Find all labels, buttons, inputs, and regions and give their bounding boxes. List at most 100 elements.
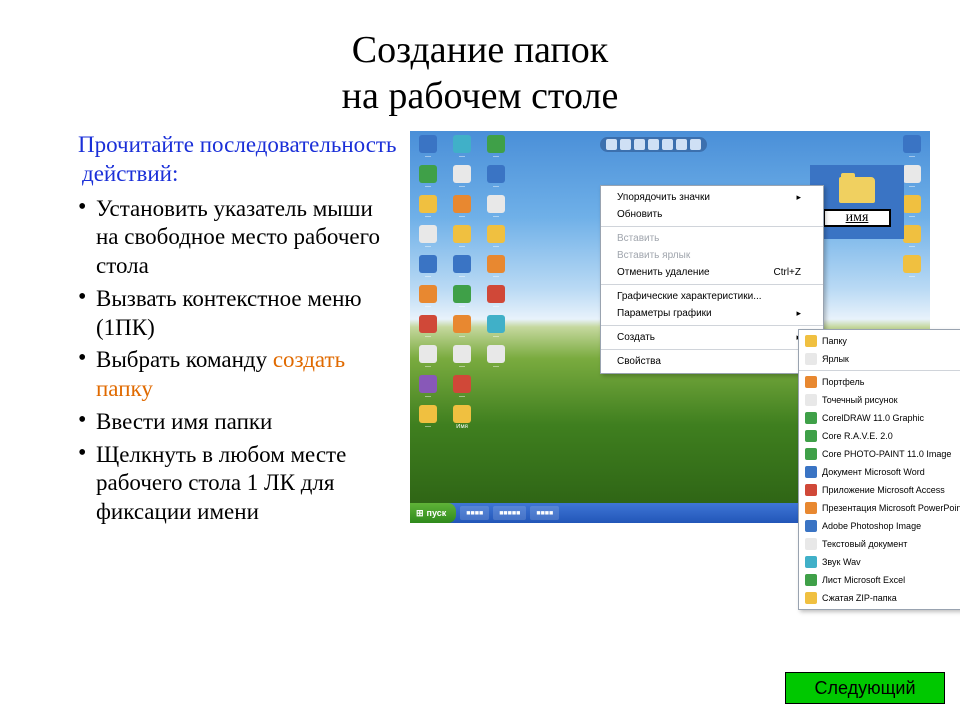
intro-text: Прочитайте последовательность действий: [78,131,400,189]
desktop-icon[interactable]: — [414,225,442,250]
zip-icon [805,592,817,604]
desktop-icon[interactable]: — [414,195,442,220]
powerpoint-icon [805,502,817,514]
submenu-psd[interactable]: Adobe Photoshop Image [799,517,960,535]
desktop-icon[interactable]: — [448,165,476,190]
steps-list: Установить указатель мыши на свободное м… [78,195,400,527]
submenu-briefcase[interactable]: Портфель [799,373,960,391]
submenu-cpt[interactable]: Core PHOTO-PAINT 11.0 Image [799,445,960,463]
desktop-icon[interactable]: — [482,315,510,340]
quick-launch-bar[interactable] [600,137,707,152]
desktop-icon[interactable]: — [448,345,476,370]
title-line-2: на рабочем столе [342,75,619,117]
start-button[interactable]: ⊞ пуск [410,503,456,523]
taskbar-button[interactable]: ■■■■ [460,506,489,520]
desktop-icon[interactable]: — [482,195,510,220]
qbtn-icon[interactable] [676,139,687,150]
desktop-icon[interactable]: — [482,285,510,310]
submenu-doc[interactable]: Документ Microsoft Word [799,463,960,481]
menu-arrange-icons[interactable]: Упорядочить значки▸ [601,189,823,206]
qbtn-icon[interactable] [690,139,701,150]
desktop-icon[interactable]: — [414,315,442,340]
menu-paste-shortcut: Вставить ярлык [601,247,823,264]
submenu-bmp[interactable]: Точечный рисунок [799,391,960,409]
title-line-1: Создание папок [352,29,608,71]
desktop-icon[interactable]: — [898,255,926,280]
desktop-icon[interactable]: — [414,405,442,430]
desktop-icon[interactable]: — [414,165,442,190]
desktop-icon[interactable]: — [414,375,442,400]
desktop-icon[interactable]: — [448,135,476,160]
desktop-icon[interactable]: — [448,195,476,220]
desktop-icon[interactable]: — [482,255,510,280]
coreldraw-icon [805,412,817,424]
desktop-icon[interactable]: — [482,165,510,190]
menu-refresh[interactable]: Обновить [601,206,823,223]
briefcase-icon [805,376,817,388]
qbtn-icon[interactable] [634,139,645,150]
bitmap-icon [805,394,817,406]
next-button[interactable]: Следующий [785,672,945,704]
desktop-icon[interactable]: — [482,135,510,160]
menu-create[interactable]: Создать▸ [601,329,823,346]
submenu-txt[interactable]: Текстовый документ [799,535,960,553]
desktop-icon[interactable]: — [414,135,442,160]
shortcut-icon [805,353,817,365]
submenu-wav[interactable]: Звук Wav [799,553,960,571]
new-folder-rename[interactable]: имя [810,165,904,239]
submenu-ppt[interactable]: Презентация Microsoft PowerPoint [799,499,960,517]
start-icon: ⊞ [416,508,424,519]
desktop-icon[interactable]: — [448,375,476,400]
submenu-mdb[interactable]: Приложение Microsoft Access [799,481,960,499]
desktop-icon[interactable]: — [482,345,510,370]
step-1: Установить указатель мыши на свободное м… [78,195,400,281]
qbtn-icon[interactable] [606,139,617,150]
screenshot-area: — — — — — — — — — — — — — — — — [400,131,940,531]
menu-graphics-props[interactable]: Графические характеристики... [601,288,823,305]
wav-icon [805,556,817,568]
desktop-icon[interactable]: Имя [448,405,476,430]
step-3: Выбрать команду создать папку [78,346,400,404]
qbtn-icon[interactable] [662,139,673,150]
menu-undo-delete[interactable]: Отменить удаление Ctrl+Z [601,264,823,281]
access-icon [805,484,817,496]
submenu-xls[interactable]: Лист Microsoft Excel [799,571,960,589]
submenu-zip[interactable]: Сжатая ZIP-папка [799,589,960,607]
desktop-icon[interactable]: — [898,135,926,160]
windows-desktop[interactable]: — — — — — — — — — — — — — — — — [410,131,930,523]
photopaint-icon [805,448,817,460]
menu-properties[interactable]: Свойства [601,353,823,370]
submenu-folder[interactable]: Папку [799,332,960,350]
step-4: Ввести имя папки [78,408,400,437]
create-submenu[interactable]: Папку Ярлык Портфель Точечный рисунок Co… [798,329,960,610]
folder-icon [839,177,875,203]
desktop-icon[interactable]: — [414,345,442,370]
desktop-icon[interactable]: — [448,225,476,250]
word-icon [805,466,817,478]
submenu-cdr[interactable]: CorelDRAW 11.0 Graphic [799,409,960,427]
folder-name-input[interactable]: имя [823,209,891,227]
qbtn-icon[interactable] [620,139,631,150]
desktop-context-menu[interactable]: Упорядочить значки▸ Обновить Вставить Вс… [600,185,824,374]
menu-paste: Вставить [601,230,823,247]
desktop-icon[interactable]: — [448,315,476,340]
desktop-icon[interactable]: — [448,285,476,310]
desktop-icon[interactable]: — [414,285,442,310]
desktop-icon[interactable]: — [482,225,510,250]
menu-graphics-params[interactable]: Параметры графики▸ [601,305,823,322]
menu-undo-hotkey: Ctrl+Z [774,267,802,278]
instruction-text: Прочитайте последовательность действий: … [0,131,400,531]
qbtn-icon[interactable] [648,139,659,150]
desktop-icon[interactable]: — [414,255,442,280]
submenu-rave[interactable]: Core R.A.V.E. 2.0 [799,427,960,445]
taskbar-button[interactable]: ■■■■ [530,506,559,520]
folder-icon [805,335,817,347]
step-5: Щелкнуть в любом месте рабочего стола 1 … [78,441,400,527]
desktop-icons-left: — — — — — — — — — — — — — — — — [414,135,510,430]
slide-title: Создание папок на рабочем столе [0,0,960,119]
photoshop-icon [805,520,817,532]
desktop-icon[interactable]: — [448,255,476,280]
submenu-shortcut[interactable]: Ярлык [799,350,960,368]
excel-icon [805,574,817,586]
taskbar-button[interactable]: ■■■■■ [493,506,526,520]
